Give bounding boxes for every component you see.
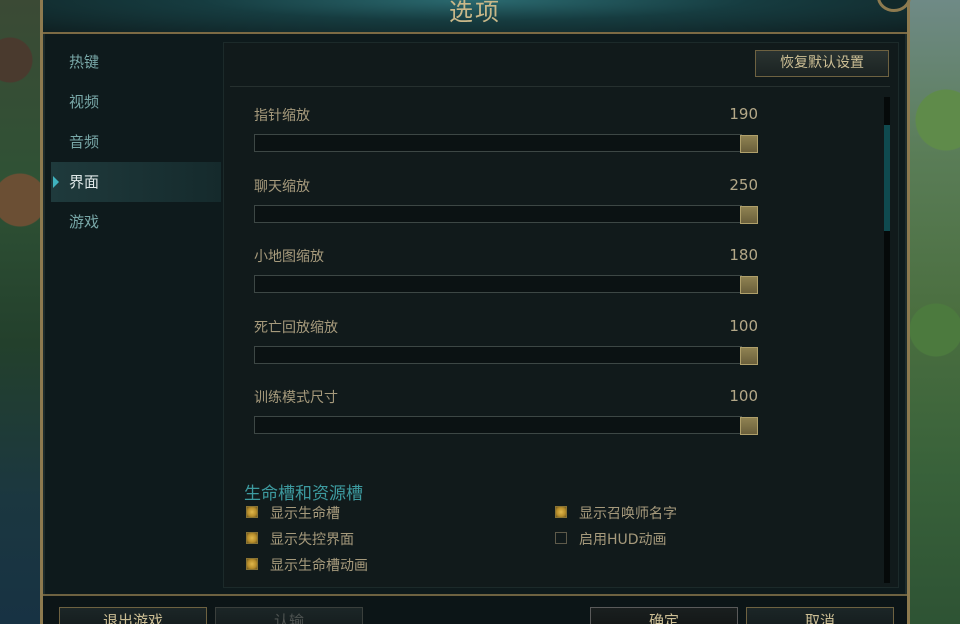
checkbox-checked-icon[interactable] <box>246 532 258 544</box>
slider-track[interactable] <box>254 416 742 434</box>
sidebar-item-label: 界面 <box>69 173 100 191</box>
slider-thumb[interactable] <box>740 135 758 153</box>
vertical-scrollbar[interactable] <box>884 97 890 583</box>
checkbox-checked-icon[interactable] <box>246 506 258 518</box>
title-bar: 选项 <box>43 0 911 34</box>
slider-practice-tool-size: 训练模式尺寸 100 <box>254 387 758 447</box>
checkbox-label: 启用HUD动画 <box>579 532 667 548</box>
checkbox-label: 显示失控界面 <box>270 532 354 548</box>
slider-label: 死亡回放缩放 <box>254 320 338 336</box>
sidebar-nav: 热键 视频 音频 界面 游戏 <box>51 42 221 592</box>
surrender-button[interactable]: 认输 <box>215 607 363 624</box>
checkbox-label: 显示召唤师名字 <box>579 506 677 522</box>
options-dialog: 选项 热键 视频 音频 界面 游戏 恢复默认设置 指针缩放 190 聊天缩放 2… <box>40 0 911 624</box>
slider-label: 指针缩放 <box>254 108 310 124</box>
sidebar-item-label: 音频 <box>69 133 100 151</box>
scrollbar-thumb[interactable] <box>884 125 890 231</box>
slider-value: 100 <box>729 387 758 405</box>
slider-cursor-scale: 指针缩放 190 <box>254 105 758 165</box>
slider-chat-scale: 聊天缩放 250 <box>254 176 758 236</box>
checkbox-unchecked-icon[interactable] <box>555 532 567 544</box>
section-title-health-bars: 生命槽和资源槽 <box>244 484 363 504</box>
dialog-title: 选项 <box>449 0 501 26</box>
slider-label: 小地图缩放 <box>254 249 324 265</box>
reset-defaults-button[interactable]: 恢复默认设置 <box>755 50 889 77</box>
slider-track[interactable] <box>254 205 742 223</box>
panel-divider <box>230 86 890 87</box>
sidebar-item-interface[interactable]: 界面 <box>51 162 221 202</box>
sidebar-item-label: 视频 <box>69 93 100 111</box>
slider-thumb[interactable] <box>740 276 758 294</box>
slider-label: 训练模式尺寸 <box>254 390 338 406</box>
settings-scroll-area[interactable]: 指针缩放 190 聊天缩放 250 小地图缩放 180 死亡回放缩放 100 训… <box>224 91 900 585</box>
sidebar-item-video[interactable]: 视频 <box>51 82 221 122</box>
active-arrow-icon <box>53 176 59 188</box>
slider-value: 180 <box>729 246 758 264</box>
sidebar-item-hotkeys[interactable]: 热键 <box>51 42 221 82</box>
checkbox-checked-icon[interactable] <box>555 506 567 518</box>
checkbox-label: 显示生命槽动画 <box>270 558 368 574</box>
sidebar-item-label: 热键 <box>69 53 100 71</box>
checkbox-label: 显示生命槽 <box>270 506 340 522</box>
slider-track[interactable] <box>254 346 742 364</box>
footer-bar: 退出游戏 认输 确定 取消 <box>43 594 907 624</box>
slider-value: 250 <box>729 176 758 194</box>
ok-button[interactable]: 确定 <box>590 607 738 624</box>
slider-death-recap-scale: 死亡回放缩放 100 <box>254 317 758 377</box>
slider-track[interactable] <box>254 275 742 293</box>
slider-label: 聊天缩放 <box>254 179 310 195</box>
sidebar-item-label: 游戏 <box>69 213 100 231</box>
slider-thumb[interactable] <box>740 347 758 365</box>
slider-value: 190 <box>729 105 758 123</box>
slider-value: 100 <box>729 317 758 335</box>
quit-game-button[interactable]: 退出游戏 <box>59 607 207 624</box>
cancel-button[interactable]: 取消 <box>746 607 894 624</box>
slider-track[interactable] <box>254 134 742 152</box>
game-background-right <box>906 0 960 624</box>
settings-panel: 恢复默认设置 指针缩放 190 聊天缩放 250 小地图缩放 180 死亡回放缩… <box>223 42 899 588</box>
slider-thumb[interactable] <box>740 206 758 224</box>
sidebar-item-game[interactable]: 游戏 <box>51 202 221 242</box>
slider-minimap-scale: 小地图缩放 180 <box>254 246 758 306</box>
sidebar-item-audio[interactable]: 音频 <box>51 122 221 162</box>
checkbox-checked-icon[interactable] <box>246 558 258 570</box>
slider-thumb[interactable] <box>740 417 758 435</box>
